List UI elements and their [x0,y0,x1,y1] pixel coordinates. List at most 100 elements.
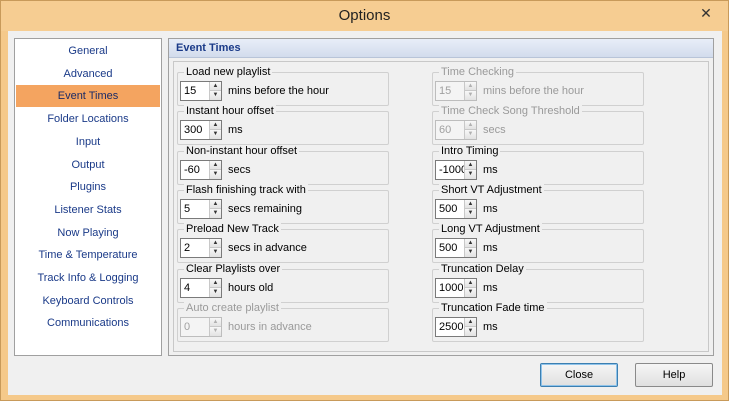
spin-up-icon[interactable]: ▲ [210,278,221,288]
time-check-song-threshold-label: Time Check Song Threshold [439,105,582,118]
preload-new-track-label: Preload New Track [184,223,281,236]
flash-finishing-track-with-input[interactable] [181,199,210,218]
close-window-icon[interactable]: ✕ [690,3,722,23]
sidebar-item-keyboard-controls[interactable]: Keyboard Controls [16,290,160,312]
spin-up-icon: ▲ [465,82,476,91]
clear-playlists-over-input[interactable] [181,278,210,297]
sidebar-item-output[interactable]: Output [16,154,160,176]
preload-new-track-input[interactable] [181,239,210,258]
spin-up-icon: ▲ [465,121,476,131]
sidebar-item-communications[interactable]: Communications [16,312,160,334]
spin-down-icon[interactable]: ▼ [210,248,221,258]
help-button[interactable]: Help [635,363,713,387]
sidebar-item-advanced[interactable]: Advanced [16,63,160,85]
sidebar-item-listener-stats[interactable]: Listener Stats [16,199,160,221]
clear-playlists-over-label: Clear Playlists over [184,262,283,275]
spin-down-icon[interactable]: ▼ [465,208,476,218]
spinner-buttons: ▲ ▼ [464,317,476,336]
sidebar-item-folder-locations[interactable]: Folder Locations [16,108,160,130]
spin-up-icon[interactable]: ▲ [210,160,221,170]
truncation-fade-time-input[interactable] [436,317,465,336]
spin-down-icon[interactable]: ▼ [465,326,476,336]
clear-playlists-over-group: Clear Playlists over ▲▼ hours old [177,262,389,303]
dialog-client: General Advanced Event Times Folder Locatio… [8,31,722,395]
short-vt-adjustment-unit: ms [483,202,498,215]
options-sidebar: General Advanced Event Times Folder Locatio… [14,38,162,356]
spin-down-icon: ▼ [465,130,476,140]
truncation-fade-time-spinner: ▲▼ [435,316,477,337]
panel-header: Event Times [169,39,713,58]
spin-down-icon[interactable]: ▼ [210,91,221,100]
preload-new-track-unit: secs in advance [228,242,307,255]
spin-up-icon[interactable]: ▲ [465,317,476,327]
preload-new-track-group: Preload New Track ▲▼ secs in advance [177,223,389,264]
truncation-fade-time-label: Truncation Fade time [439,301,547,314]
auto-create-playlist-unit: hours in advance [228,320,312,333]
spin-down-icon: ▼ [465,91,476,100]
auto-create-playlist-group: Auto create playlist ▲▼ hours in advance [177,301,389,342]
long-vt-adjustment-input[interactable] [436,239,465,258]
spin-down-icon[interactable]: ▼ [210,208,221,218]
sidebar-item-track-info-logging[interactable]: Track Info & Logging [16,267,160,289]
time-checking-spinner: ▲▼ [435,81,477,101]
spin-down-icon[interactable]: ▼ [210,287,221,297]
spin-up-icon[interactable]: ▲ [465,199,476,209]
truncation-delay-input[interactable] [436,278,465,297]
spin-up-icon[interactable]: ▲ [210,121,221,131]
intro-timing-unit: ms [483,163,498,176]
auto-create-playlist-spinner: ▲▼ [180,316,222,337]
truncation-fade-time-unit: ms [483,320,498,333]
intro-timing-spinner: ▲▼ [435,159,477,180]
spinner-buttons: ▲ ▼ [464,160,476,179]
sidebar-item-time-temperature[interactable]: Time & Temperature [16,244,160,266]
flash-finishing-track-with-unit: secs remaining [228,202,302,215]
non-instant-hour-offset-input[interactable] [181,160,210,179]
spin-down-icon[interactable]: ▼ [210,130,221,140]
spin-up-icon[interactable]: ▲ [465,239,476,249]
flash-finishing-track-with-spinner: ▲▼ [180,198,222,219]
spinner-buttons: ▲ ▼ [464,82,476,100]
auto-create-playlist-label: Auto create playlist [184,301,281,314]
window-title: Options [338,7,391,24]
time-checking-input [436,82,465,100]
time-check-song-threshold-spinner: ▲▼ [435,120,477,141]
short-vt-adjustment-label: Short VT Adjustment [439,183,544,196]
spin-down-icon[interactable]: ▼ [210,169,221,179]
intro-timing-label: Intro Timing [439,144,501,157]
spin-up-icon[interactable]: ▲ [210,239,221,249]
sidebar-item-plugins[interactable]: Plugins [16,176,160,198]
intro-timing-group: Intro Timing ▲▼ ms [432,144,644,185]
intro-timing-input[interactable] [436,160,465,179]
spin-up-icon[interactable]: ▲ [210,199,221,209]
event-times-panel: Event Times Load new playlist▲▼mins befo… [168,38,714,356]
sidebar-item-input[interactable]: Input [16,131,160,153]
spin-up-icon[interactable]: ▲ [210,82,221,91]
sidebar-item-now-playing[interactable]: Now Playing [16,222,160,244]
spin-up-icon[interactable]: ▲ [465,160,476,170]
spinner-buttons: ▲ ▼ [209,239,221,258]
spinner-buttons: ▲ ▼ [464,121,476,140]
truncation-delay-label: Truncation Delay [439,262,526,275]
instant-hour-offset-input[interactable] [181,121,210,140]
close-button[interactable]: Close [540,363,618,387]
spin-up-icon: ▲ [210,317,221,327]
spin-down-icon[interactable]: ▼ [465,169,476,179]
flash-finishing-track-with-label: Flash finishing track with [184,183,308,196]
spinner-buttons: ▲ ▼ [464,199,476,218]
sidebar-item-event-times[interactable]: Event Times [16,85,160,108]
load-new-playlist-unit: mins before the hour [228,85,329,97]
time-check-song-threshold-unit: secs [483,124,506,137]
title-bar[interactable]: Options ✕ [1,1,728,31]
sidebar-item-general[interactable]: General [16,40,160,62]
short-vt-adjustment-input[interactable] [436,199,465,218]
instant-hour-offset-unit: ms [228,124,243,137]
long-vt-adjustment-spinner: ▲▼ [435,238,477,259]
spin-down-icon[interactable]: ▼ [465,287,476,297]
spin-down-icon[interactable]: ▼ [465,248,476,258]
spinner-buttons: ▲ ▼ [209,82,221,100]
spin-up-icon[interactable]: ▲ [465,278,476,288]
time-checking-label: Time Checking [439,66,516,78]
short-vt-adjustment-spinner: ▲▼ [435,198,477,219]
load-new-playlist-input[interactable] [181,82,210,100]
non-instant-hour-offset-label: Non-instant hour offset [184,144,300,157]
